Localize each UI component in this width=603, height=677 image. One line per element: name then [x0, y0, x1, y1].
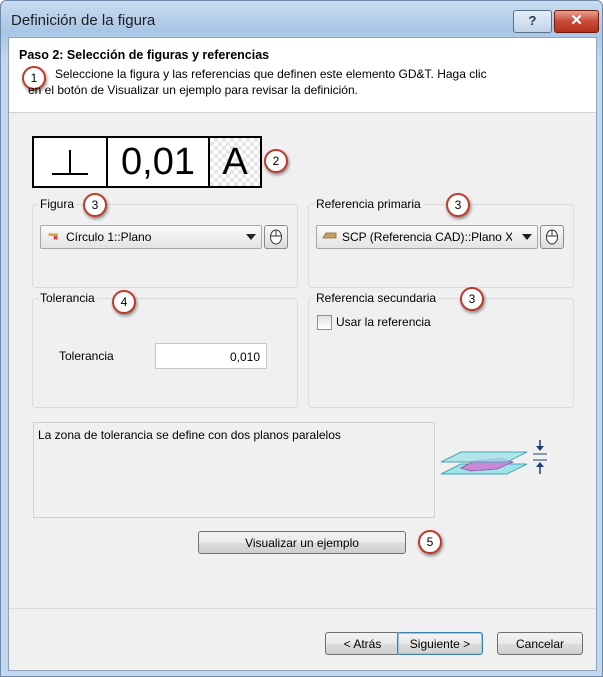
figura-dropdown[interactable]: Círculo 1::Plano — [40, 225, 262, 249]
fcf-datum: A — [210, 138, 260, 186]
figura-pick-button[interactable] — [264, 225, 288, 249]
close-button[interactable]: ✕ — [554, 10, 599, 33]
siguiente-button[interactable]: Siguiente > — [397, 632, 483, 655]
mouse-icon — [270, 229, 282, 245]
fcf-tolerance-value: 0,01 — [108, 138, 210, 186]
visualizar-ejemplo-button[interactable]: Visualizar un ejemplo — [198, 531, 406, 554]
footer-divider — [9, 608, 596, 609]
figura-label: Figura — [38, 197, 77, 211]
figura-selected-value: Círculo 1::Plano — [66, 230, 152, 244]
callout-3-primaria: 3 — [446, 193, 470, 217]
step-description-line2: en el botón de Visualizar un ejemplo par… — [28, 83, 358, 97]
callout-3-figura: 3 — [83, 193, 107, 217]
tolerancia-field-label: Tolerancia — [59, 349, 114, 363]
tolerance-zone-illustration — [440, 440, 547, 475]
tolerancia-input[interactable]: 0,010 — [155, 343, 267, 369]
dialog-window: Definición de la figura ? ✕ Paso 2: Sele… — [0, 0, 603, 677]
title-bar[interactable]: Definición de la figura ? ✕ — [1, 1, 602, 37]
callout-2: 2 — [264, 149, 288, 173]
callout-3-secundaria: 3 — [460, 287, 484, 311]
chevron-down-icon — [522, 234, 532, 240]
tolerancia-group-label: Tolerancia — [38, 291, 97, 305]
step-header: Paso 2: Selección de figuras y referenci… — [9, 38, 596, 113]
usar-referencia-checkbox[interactable] — [317, 315, 332, 330]
referencia-primaria-label: Referencia primaria — [314, 197, 423, 211]
atras-button[interactable]: < Atrás — [325, 632, 400, 655]
referencia-secundaria-label: Referencia secundaria — [314, 291, 439, 305]
chevron-down-icon — [246, 234, 256, 240]
perpendicularity-symbol — [52, 150, 88, 175]
usar-referencia-label: Usar la referencia — [336, 315, 431, 329]
circle-feature-icon — [48, 233, 58, 240]
callout-4: 4 — [112, 290, 136, 314]
help-button[interactable]: ? — [513, 10, 552, 33]
mouse-icon — [546, 229, 558, 245]
window-title: Definición de la figura — [11, 12, 156, 29]
callout-5: 5 — [418, 530, 442, 554]
referencia-primaria-pick-button[interactable] — [540, 225, 564, 249]
step-description-line1: Seleccione la figura y las referencias q… — [55, 67, 487, 81]
step-title: Paso 2: Selección de figuras y referenci… — [19, 48, 270, 62]
cancelar-button[interactable]: Cancelar — [497, 632, 583, 655]
tolerance-zone-description: La zona de tolerancia se define con dos … — [38, 428, 341, 442]
referencia-primaria-dropdown[interactable]: SCP (Referencia CAD)::Plano X — [316, 225, 538, 249]
perpendicularity-icon — [34, 138, 108, 186]
tolerance-zone-description-box: La zona de tolerancia se define con dos … — [33, 422, 435, 518]
referencia-primaria-selected-value: SCP (Referencia CAD)::Plano X — [342, 230, 512, 244]
feature-control-frame: 0,01 A — [32, 136, 262, 188]
dialog-client-area: Paso 2: Selección de figuras y referenci… — [8, 37, 597, 671]
plane-icon — [322, 232, 337, 239]
